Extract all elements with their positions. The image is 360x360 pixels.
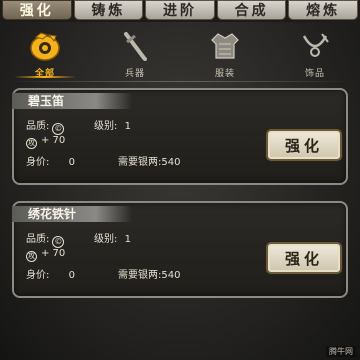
level-row: 级别: 1 — [94, 117, 131, 132]
price-value: 0 — [68, 270, 75, 281]
category-accessories-label: 饰品 — [304, 69, 325, 79]
tab-strengthen[interactable]: 强化 — [2, 0, 72, 20]
tab-advance[interactable]: 进阶 — [145, 0, 215, 20]
attack-icon: 攻 — [26, 251, 37, 262]
price-label: 身价: — [26, 270, 50, 281]
quality-row: 品质: © — [26, 230, 67, 248]
cost-value: 540 — [161, 157, 181, 168]
strengthen-button[interactable]: 强化 — [266, 242, 342, 274]
level-label: 级别: — [94, 121, 118, 132]
quality-label: 品质: — [26, 234, 50, 245]
item-name: 碧玉笛 — [12, 93, 132, 109]
level-row: 级别: 1 — [94, 230, 131, 245]
category-clothing-label: 服装 — [214, 69, 235, 79]
quality-row: 品质: © — [26, 117, 67, 135]
category-all[interactable]: 全部 — [0, 24, 90, 80]
level-value: 1 — [124, 234, 131, 245]
item-card: 绣花铁针 品质: © 级别: 1 攻 + 70 身价: 0 需要银两:540 强化 — [12, 201, 348, 298]
price-value: 0 — [68, 157, 75, 168]
watermark: 腾牛网 — [326, 346, 356, 357]
attack-icon: 攻 — [26, 138, 37, 149]
level-label: 级别: — [94, 234, 118, 245]
category-clothing[interactable]: 服装 — [180, 24, 270, 80]
attack-value: + 70 — [41, 248, 66, 259]
cost-row: 需要银两:540 — [118, 153, 180, 168]
price-row: 身价: 0 — [26, 266, 75, 281]
all-items-icon — [27, 28, 63, 64]
quality-icon: © — [52, 123, 65, 135]
attack-row: 攻 + 70 — [26, 248, 65, 262]
item-card: 碧玉笛 品质: © 级别: 1 攻 + 70 身价: 0 需要银两:540 强化 — [12, 88, 348, 185]
tab-smelt[interactable]: 熔炼 — [288, 0, 358, 20]
price-label: 身价: — [26, 157, 50, 168]
category-filter-row: 全部 兵器 服装 饰品 — [0, 24, 360, 80]
category-weapons-label: 兵器 — [124, 69, 145, 79]
cost-value: 540 — [161, 270, 181, 281]
tab-combine[interactable]: 合成 — [216, 0, 287, 20]
item-name: 绣花铁针 — [12, 206, 132, 222]
strengthen-button[interactable]: 强化 — [266, 129, 342, 161]
cost-label: 需要银两: — [118, 157, 162, 168]
category-accessories[interactable]: 饰品 — [270, 24, 360, 80]
category-all-label: 全部 — [34, 69, 55, 79]
armor-icon — [207, 28, 243, 64]
cost-label: 需要银两: — [118, 270, 162, 281]
level-value: 1 — [124, 121, 131, 132]
cost-row: 需要银两:540 — [118, 266, 180, 281]
top-tab-bar: 强化 铸炼 进阶 合成 熔炼 — [0, 0, 360, 22]
category-weapons[interactable]: 兵器 — [90, 24, 180, 80]
quality-icon: © — [52, 236, 65, 248]
category-divider — [6, 81, 354, 82]
attack-value: + 70 — [41, 135, 66, 146]
attack-row: 攻 + 70 — [26, 135, 65, 149]
tab-forge[interactable]: 铸炼 — [73, 0, 144, 20]
sword-icon — [117, 28, 153, 64]
necklace-icon — [297, 28, 333, 64]
price-row: 身价: 0 — [26, 153, 75, 168]
quality-label: 品质: — [26, 121, 50, 132]
footer: 腾牛网 — [0, 340, 360, 360]
